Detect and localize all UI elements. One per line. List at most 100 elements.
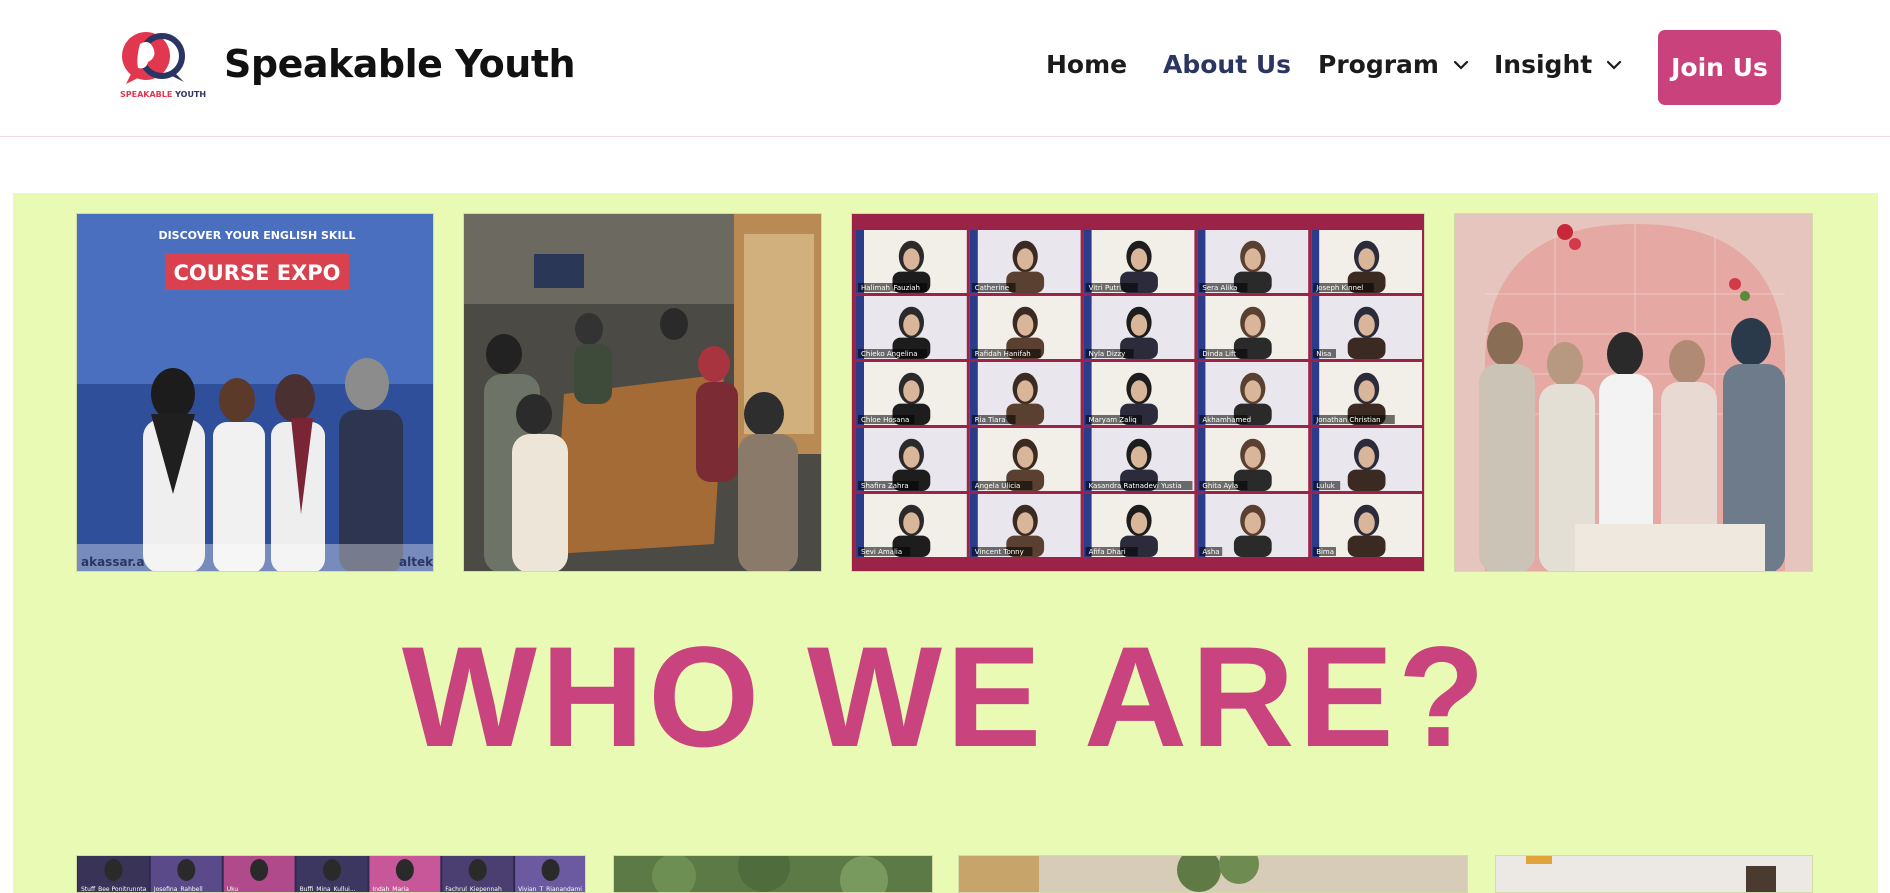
bottom-participant-head [250, 859, 269, 881]
video-tile: Shafira Zahra [856, 428, 967, 491]
cafe-gathering-photo [464, 214, 821, 571]
participant-face [1017, 512, 1034, 534]
bottom-participant-name: Buffi_Mina_Kullui... [300, 886, 356, 893]
participant-face [1244, 314, 1261, 336]
participant-face [1244, 380, 1261, 402]
participant-name: Ria Tiara [975, 416, 1006, 424]
participant-face [1130, 512, 1148, 534]
participant-name: Asha [1202, 548, 1219, 556]
nav-program[interactable]: Program [1318, 50, 1469, 79]
video-tile: Ghita Ayla [1197, 428, 1309, 491]
video-tile: Jonathan Christian [1311, 362, 1422, 425]
join-us-button[interactable]: Join Us [1658, 30, 1781, 105]
participant-body [1233, 535, 1272, 557]
video-tile: Catherine [969, 230, 1081, 293]
participant-face [903, 446, 920, 468]
participant-name: Vitri Putri [1089, 284, 1122, 292]
video-tile: Akhamhamed [1197, 362, 1309, 425]
participant-name: Sevi Amalia [861, 548, 902, 556]
video-tile: Vitri Putri [1083, 230, 1195, 293]
banner-edge-left: akassar.a [81, 555, 144, 569]
participant-name: Akhamhamed [1202, 416, 1251, 424]
video-tile: Angela Ulicia [969, 428, 1081, 491]
participant-face [1017, 446, 1034, 468]
bottom-participant-name: Indah_Maria [372, 886, 409, 893]
participant-name: Nyla Dizzy [1089, 350, 1126, 358]
logo-caption: SPEAKABLE YOUTH [120, 90, 207, 99]
participant-name: Catherine [975, 284, 1009, 292]
video-tile: Chieko Angelina [856, 296, 967, 359]
participant-name: Bima [1316, 548, 1334, 556]
video-call-grid: Halimah_Fauziah Catherine Vitri Putri Sera … [852, 214, 1424, 571]
nav-home-label: Home [1046, 50, 1128, 79]
participant-name: Halimah_Fauziah [861, 284, 920, 292]
nav-home[interactable]: Home [1046, 50, 1127, 79]
video-tile: Joseph Kinnel [1311, 230, 1422, 293]
participant-face [1358, 380, 1375, 402]
participant-name: Kasandra Ratnadevi Yustia [1089, 482, 1182, 490]
participant-face [903, 512, 920, 534]
video-tile: Sevi Amalia [856, 494, 967, 557]
chevron-down-icon [1453, 60, 1469, 70]
video-tile: Afifa Dhari [1083, 494, 1195, 557]
nav-program-label: Program [1318, 50, 1439, 79]
participant-name: Jonathan Christian [1315, 416, 1380, 424]
poster-line1: DISCOVER YOUR ENGLISH SKILL [158, 229, 355, 242]
bottom-participant-name: Stuff_Bee Ponitrunnta [81, 886, 147, 893]
pink-wall-photo [1455, 214, 1812, 571]
video-tile: Nisa [1311, 296, 1422, 359]
participant-name: Shafira Zahra [861, 482, 909, 490]
video-tile: Chloe Hosana [856, 362, 967, 425]
bottom-video-tile: Indah_Maria [369, 856, 441, 893]
bottom-participant-name: Fachrul_Kiepennah [445, 886, 502, 893]
participant-face [1244, 446, 1261, 468]
participant-face [1130, 446, 1148, 468]
bottom-video-tile: Uku [223, 856, 295, 893]
group-photo [959, 856, 1467, 892]
participant-face [1130, 380, 1148, 402]
bottom-participant-head [395, 859, 414, 881]
bottom-video-tile: Vivian_T_Rianandami [515, 856, 585, 893]
participant-face [1017, 380, 1034, 402]
participant-face [1130, 248, 1148, 270]
participant-face [903, 380, 920, 402]
bottom-participant-head [177, 859, 196, 881]
video-tile: Dinda Lift [1197, 296, 1309, 359]
video-tile: Halimah_Fauziah [856, 230, 967, 293]
participant-face [1358, 512, 1375, 534]
nav-insight[interactable]: Insight [1494, 50, 1622, 79]
participant-name: Dinda Lift [1202, 350, 1236, 358]
video-tile: Vincent Tonny [969, 494, 1081, 557]
participant-face [903, 314, 920, 336]
participant-name: Sera Alika [1202, 284, 1237, 292]
brand-name[interactable]: Speakable Youth [224, 42, 576, 86]
photo-bottom-room [1495, 855, 1813, 893]
site-logo[interactable]: SPEAKABLE YOUTH [118, 28, 206, 104]
participant-name: Angela Ulicia [975, 482, 1021, 490]
photo-course-expo: DISCOVER YOUR ENGLISH SKILL COURSE EXPO … [76, 213, 434, 572]
participant-face [903, 248, 920, 270]
video-tile: Sera Alika [1197, 230, 1309, 293]
bottom-video-tile: Fachrul_Kiepennah [442, 856, 514, 893]
site-header: SPEAKABLE YOUTH Speakable Youth Home Abo… [0, 0, 1890, 137]
participant-face [1130, 314, 1148, 336]
nav-about-us-label: About Us [1163, 50, 1292, 79]
video-tile: Luluk [1311, 428, 1422, 491]
bottom-video-tile: Josefina_Rahbell [150, 856, 222, 893]
video-tile: Maryam Zaliq [1083, 362, 1195, 425]
participant-face [1017, 314, 1034, 336]
photo-video-call: Halimah_Fauziah Catherine Vitri Putri Sera … [851, 213, 1425, 572]
participant-name: Afifa Dhari [1089, 548, 1126, 556]
video-tile: Nyla Dizzy [1083, 296, 1195, 359]
bottom-video-call-strip: Stuff_Bee Ponitrunnta Josefina_Rahbell Uku… [77, 856, 585, 893]
bottom-participant-name: Uku [227, 886, 239, 893]
bottom-participant-head [541, 859, 560, 881]
video-tile: Ria Tiara [969, 362, 1081, 425]
video-tile: Bima [1311, 494, 1422, 557]
bottom-participant-head [323, 859, 341, 881]
bottom-video-tile: Buffi_Mina_Kullui... [296, 856, 368, 893]
bottom-participant-name: Vivian_T_Rianandami [518, 886, 582, 893]
section-heading: WHO WE ARE? [401, 618, 1490, 777]
nav-about-us[interactable]: About Us [1163, 50, 1291, 79]
bottom-participant-name: Josefina_Rahbell [153, 886, 203, 893]
